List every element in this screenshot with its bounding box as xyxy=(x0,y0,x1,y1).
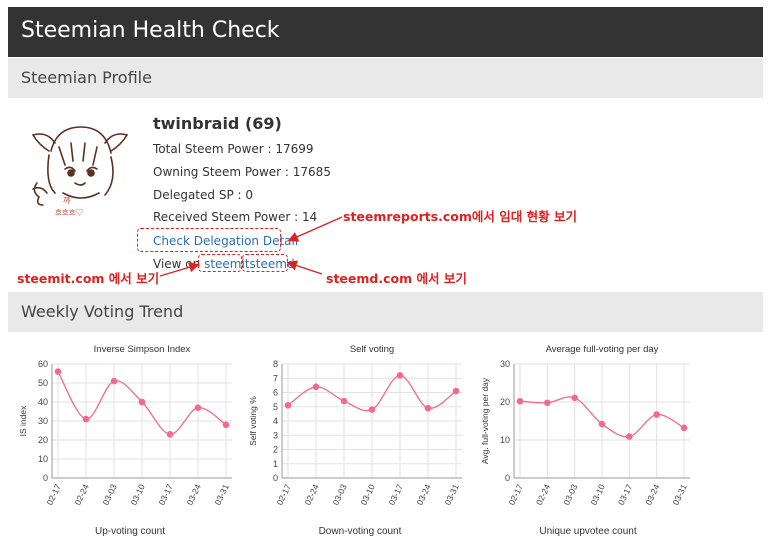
data-point xyxy=(598,420,606,428)
profile-section-header: Steemian Profile xyxy=(8,58,763,98)
view-on-label: View on xyxy=(153,257,201,271)
x-tick-label: 02-24 xyxy=(73,482,91,506)
chart-svg: Inverse Simpson Index 0 10 20 30 40 50 60 IS ind… xyxy=(18,344,232,507)
data-point xyxy=(82,415,90,423)
trend-section-title: Weekly Voting Trend xyxy=(21,302,184,321)
y-tick-label: 6 xyxy=(273,388,278,398)
annotation-steemreports: steemreports.com에서 임대 현황 보기 xyxy=(343,209,577,224)
x-tick-label: 02-17 xyxy=(45,482,63,506)
y-tick-label: 8 xyxy=(273,359,278,369)
chart-title: Self voting xyxy=(350,344,394,355)
data-point xyxy=(653,411,660,418)
x-tick-label: 03-31 xyxy=(443,482,461,506)
chart-inverse-simpson: Inverse Simpson Index 0 10 20 30 40 50 60 IS ind… xyxy=(10,338,250,538)
x-tick-label: 03-24 xyxy=(643,482,661,506)
x-tick-label: 03-31 xyxy=(671,482,689,506)
x-tick-label: 03-24 xyxy=(185,482,203,506)
steemd-highlight-box xyxy=(242,254,288,272)
y-tick-label: 30 xyxy=(500,359,510,369)
x-tick-label: 03-17 xyxy=(157,482,175,506)
y-tick-label: 40 xyxy=(38,397,48,407)
y-tick-label: 1 xyxy=(273,459,278,469)
y-tick-label: 10 xyxy=(38,454,48,464)
x-tick-label: 03-03 xyxy=(561,482,579,506)
x-tick-label: 02-17 xyxy=(275,482,293,506)
profile-section-title: Steemian Profile xyxy=(21,68,152,87)
trend-section-header: Weekly Voting Trend xyxy=(8,292,763,332)
data-point xyxy=(110,377,118,385)
x-tick-label: 03-17 xyxy=(387,482,405,506)
avatar-caption-1: 꺄 xyxy=(63,195,71,205)
data-point xyxy=(368,406,376,413)
annotation-steemit: steemit.com 에서 보기 xyxy=(17,271,160,286)
y-tick-label: 30 xyxy=(38,416,48,426)
chart-footer-down-voting: Down-voting count xyxy=(318,526,402,537)
y-tick-label: 0 xyxy=(273,473,278,483)
x-tick-label: 03-31 xyxy=(213,482,231,506)
chart-avg-full-voting: Average full-voting per day 0 10 20 30 Avg. f… xyxy=(468,338,708,538)
x-tick-label: 02-17 xyxy=(507,482,525,506)
data-point xyxy=(166,431,174,438)
x-tick-label: 03-10 xyxy=(589,482,607,506)
y-tick-label: 0 xyxy=(43,473,48,483)
data-point xyxy=(516,397,524,405)
x-tick-label: 02-24 xyxy=(303,482,321,506)
total-steem-power: Total Steem Power : 17699 xyxy=(153,142,314,156)
x-tick-label: 03-10 xyxy=(129,482,147,506)
y-tick-label: 10 xyxy=(500,435,510,445)
owning-steem-power: Owning Steem Power : 17685 xyxy=(153,165,331,179)
avatar-caption-2: 흐흐흐♡ xyxy=(55,208,83,217)
data-point xyxy=(340,397,348,405)
app-title: Steemian Health Check xyxy=(21,18,280,43)
data-point xyxy=(626,433,633,440)
y-axis-label: Avg. full-voting per day xyxy=(480,377,490,464)
x-tick-label: 03-03 xyxy=(101,482,119,506)
chart-svg: Average full-voting per day 0 10 20 30 Avg. f… xyxy=(480,344,690,507)
chart-title: Average full-voting per day xyxy=(546,344,659,355)
y-tick-label: 4 xyxy=(273,416,278,426)
chart-self-voting: Self voting 0 1 2 3 4 5 6 7 8 Self voting % 02-17 02… xyxy=(240,338,480,538)
y-tick-label: 3 xyxy=(273,430,278,440)
y-tick-label: 50 xyxy=(38,378,48,388)
data-point xyxy=(222,421,230,429)
x-tick-label: 03-10 xyxy=(359,482,377,506)
avatar: 꺄 흐흐흐♡ xyxy=(31,126,129,217)
x-tick-label: 03-03 xyxy=(331,482,349,506)
y-tick-label: 60 xyxy=(38,359,48,369)
data-point xyxy=(312,383,320,391)
received-steem-power: Received Steem Power : 14 xyxy=(153,210,318,224)
username: twinbraid (69) xyxy=(153,114,282,133)
steemit-highlight-box xyxy=(198,254,242,272)
delegation-highlight-box xyxy=(137,228,281,252)
data-point xyxy=(54,368,62,375)
chart-title: Inverse Simpson Index xyxy=(94,344,191,355)
data-point xyxy=(544,399,551,407)
delegated-sp: Delegated SP : 0 xyxy=(153,188,253,202)
app-header: Steemian Health Check xyxy=(8,7,763,57)
data-point xyxy=(138,398,146,406)
data-point xyxy=(680,424,688,432)
y-tick-label: 7 xyxy=(273,373,278,383)
y-axis-label: Self voting % xyxy=(248,396,258,446)
x-tick-label: 03-17 xyxy=(616,482,634,506)
annotation-steemd: steemd.com 에서 보기 xyxy=(326,271,467,286)
data-point xyxy=(194,404,202,411)
y-axis-label: IS index xyxy=(18,405,28,436)
y-tick-label: 0 xyxy=(505,473,510,483)
data-point xyxy=(452,387,460,395)
y-tick-label: 20 xyxy=(38,435,48,445)
y-tick-label: 20 xyxy=(500,397,510,407)
y-tick-label: 5 xyxy=(273,402,278,412)
chart-svg: Self voting 0 1 2 3 4 5 6 7 8 Self voting % 02-17 02… xyxy=(248,344,462,507)
x-tick-label: 02-24 xyxy=(534,482,552,506)
data-point xyxy=(424,404,432,412)
data-point xyxy=(396,372,404,379)
chart-footer-up-voting: Up-voting count xyxy=(94,526,166,537)
x-tick-label: 03-24 xyxy=(415,482,433,506)
chart-footer-unique-upvotee: Unique upvotee count xyxy=(539,526,637,537)
y-tick-label: 2 xyxy=(273,445,278,455)
data-point xyxy=(284,402,292,409)
data-point xyxy=(571,394,578,402)
